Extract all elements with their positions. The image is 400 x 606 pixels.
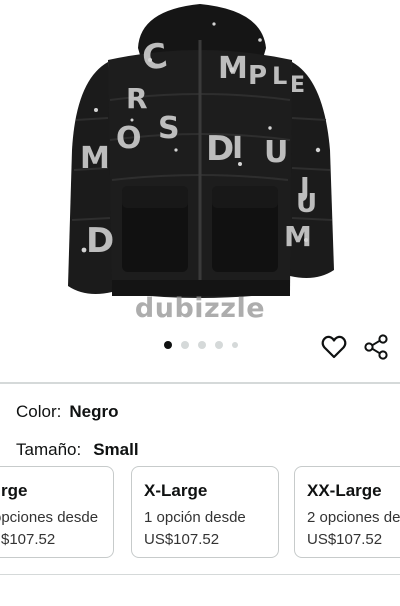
carousel-dot[interactable] [198, 341, 206, 349]
size-option-name: XX-Large [307, 481, 382, 500]
section-divider [0, 574, 400, 575]
carousel-dot[interactable] [215, 341, 223, 349]
size-option-card[interactable]: X-Large 1 opción desde US$107.52 [131, 466, 279, 558]
carousel-dots[interactable] [164, 341, 238, 349]
graffiti-letter: M [284, 220, 312, 253]
graffiti-letter: M [218, 51, 248, 86]
graffiti-letter: R [126, 82, 148, 115]
color-label: Color: [16, 402, 62, 421]
size-option-name: rge [1, 481, 28, 500]
size-attribute: Tamaño: Small [16, 440, 139, 460]
graffiti-letter: L [272, 62, 287, 90]
graffiti-letter: D [86, 221, 114, 261]
watermark-logo: dubizzle [134, 293, 266, 324]
size-value: Small [93, 440, 139, 459]
product-image[interactable]: C M P L E R S D I U M D J U M O dubizzle [0, 0, 400, 328]
size-option-name: X-Large [144, 481, 208, 500]
graffiti-letter: M [80, 141, 110, 176]
graffiti-letter: I [232, 131, 243, 166]
carousel-dot[interactable] [232, 342, 238, 348]
size-option-availability: 1 opción desde [144, 509, 246, 526]
section-divider [0, 382, 400, 384]
size-option-price: US$107.52 [307, 531, 383, 548]
size-options-carousel[interactable]: rge opciones desde $107.52 X-Large 1 opc… [0, 466, 400, 558]
color-value: Negro [69, 402, 119, 421]
carousel-dot[interactable] [181, 341, 189, 349]
heart-icon[interactable] [319, 332, 349, 362]
size-option-card[interactable]: XX-Large 2 opciones desde US$107.52 [294, 466, 400, 558]
graffiti-letter: U [264, 135, 288, 170]
graffiti-letter: S [158, 111, 180, 146]
color-attribute: Color: Negro [16, 402, 118, 422]
graffiti-letter: U [296, 189, 317, 219]
carousel-dot[interactable] [164, 341, 172, 349]
size-option-price: $107.52 [1, 531, 56, 548]
size-option-availability: 2 opciones desde [307, 509, 400, 526]
share-icon[interactable] [361, 332, 391, 362]
size-label: Tamaño: [16, 440, 82, 459]
graffiti-letter: P [248, 61, 267, 91]
graffiti-letter: D [206, 129, 234, 169]
size-option-price: US$107.52 [144, 531, 220, 548]
size-option-availability: opciones desde [0, 509, 99, 526]
jacket-photo: C M P L E R S D I U M D J U M O [68, 4, 334, 298]
size-option-card[interactable]: rge opciones desde $107.52 [0, 466, 114, 558]
graffiti-letter: O [116, 121, 142, 156]
graffiti-letter: E [290, 73, 305, 98]
